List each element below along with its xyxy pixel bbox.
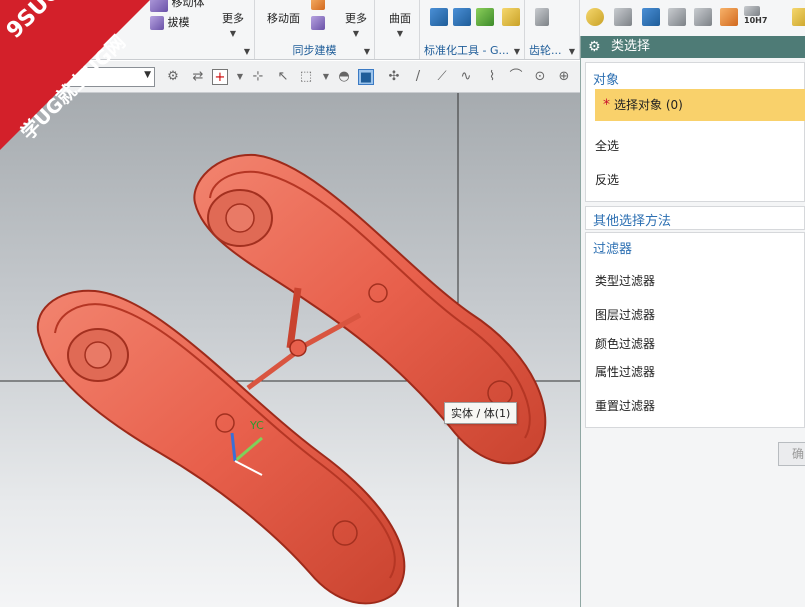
move-body-button[interactable]: 移动体 (150, 0, 205, 12)
tolerance-button[interactable]: 10H7 (744, 6, 767, 25)
chevron-down-icon[interactable]: ▼ (232, 69, 248, 85)
molded-part-lower[interactable] (36, 289, 406, 605)
color-filter-button[interactable]: 颜色过滤器 (595, 335, 655, 352)
chevron-down-icon: ▼ (396, 29, 404, 38)
measure-icon[interactable] (614, 8, 632, 26)
filter-icon[interactable]: ↖ (275, 69, 291, 85)
line2-icon[interactable]: ⟋ (434, 69, 450, 85)
replace-face-icon[interactable] (311, 16, 325, 30)
chevron-down-icon: ▼ (229, 29, 237, 38)
group-label-sync: 同步建模 (292, 44, 337, 57)
chevron-down-icon: ▼ (352, 29, 360, 38)
move-body-icon (150, 0, 168, 12)
ribbon-group-standard-tools: 标准化工具 - G... ▼ (420, 0, 525, 59)
draft-icon (150, 16, 164, 30)
section-other-header[interactable]: 其他选择方法 (586, 210, 671, 229)
layer-filter-button[interactable]: 图层过滤器 (595, 306, 655, 323)
ribbon-group-sync-modeling: 移动面 更多 ▼ 同步建模 ▼ (255, 0, 375, 59)
yc-axis-label: YC (249, 419, 264, 432)
point-snap-icon[interactable]: + (212, 69, 228, 85)
dimension-icon[interactable] (720, 8, 738, 26)
group-expand-icon[interactable]: ▼ (514, 47, 520, 56)
offset-face-icon[interactable] (311, 0, 325, 10)
curve-icon[interactable]: ∿ (458, 69, 474, 85)
circle-icon[interactable]: ⊙ (532, 69, 548, 85)
model-view[interactable]: YC (0, 93, 580, 607)
cursor-icon[interactable]: ⊹ (250, 69, 266, 85)
dialog-title-bar[interactable]: ⚙ 类选择 (581, 36, 805, 58)
rectangle-select-icon[interactable]: ⬚ (298, 69, 314, 85)
snap-b-icon[interactable]: ⇄ (190, 69, 206, 85)
chevron-down-icon[interactable]: ▼ (318, 69, 334, 85)
select-all-button[interactable]: 全选 (595, 137, 619, 154)
group-label-standard: 标准化工具 - G... (424, 44, 509, 57)
gear-icon[interactable]: ⚙ (588, 36, 601, 58)
tolerance-icon (744, 6, 760, 16)
tool-b-icon[interactable] (453, 8, 471, 26)
group-expand-icon[interactable]: ▼ (364, 47, 370, 56)
group-expand-icon[interactable]: ▼ (569, 47, 575, 56)
more-button-1[interactable]: 更多 ▼ (222, 10, 244, 39)
graphics-viewport[interactable]: YC 实体 / 体(1) (0, 93, 580, 607)
invert-selection-button[interactable]: 反选 (595, 171, 619, 188)
section-object-header[interactable]: 对象 (586, 69, 619, 88)
reset-filter-button[interactable]: 重置过滤器 (595, 397, 655, 414)
tool-a-icon[interactable] (430, 8, 448, 26)
select-object-row[interactable]: * 选择对象 (0) (595, 89, 805, 121)
ribbon-group-gear: 齿轮... ▼ (525, 0, 580, 59)
object-section: 对象 * 选择对象 (0) 全选 反选 (585, 62, 805, 202)
tool-c-icon[interactable] (476, 8, 494, 26)
group-expand-icon[interactable]: ▼ (244, 47, 250, 56)
class-selection-dialog: ⚙ 类选择 对象 * 选择对象 (0) 全选 反选 其他选择方法 过滤器 类型过滤… (580, 36, 805, 607)
move-face-button[interactable]: 移动面 (267, 10, 300, 26)
selection-tooltip: 实体 / 体(1) (444, 402, 518, 424)
surface-button[interactable]: 曲面 ▼ (389, 10, 411, 39)
ok-button[interactable]: 确 (778, 442, 805, 466)
tool-d-icon[interactable] (502, 8, 520, 26)
center-icon[interactable]: ⊕ (556, 69, 572, 85)
grid-icon[interactable] (642, 8, 660, 26)
filter-section: 过滤器 类型过滤器 图层过滤器 颜色过滤器 属性过滤器 重置过滤器 (585, 232, 805, 428)
spline-icon[interactable]: ⌇ (484, 69, 500, 85)
gear-tool-icon[interactable] (535, 8, 549, 26)
axis-icon[interactable] (668, 8, 686, 26)
shade-icon[interactable]: ◓ (336, 69, 352, 85)
ribbon-group-surface: 曲面 ▼ (375, 0, 420, 59)
other-methods-section[interactable]: 其他选择方法 (585, 206, 805, 230)
required-star-icon: * (603, 97, 610, 113)
note-icon[interactable] (694, 8, 712, 26)
roll-icon[interactable] (586, 8, 604, 26)
more-button-2[interactable]: 更多 ▼ (345, 10, 367, 39)
dialog-title: 类选择 (611, 39, 651, 54)
draft-button[interactable]: 拔模 (150, 14, 190, 30)
arc-icon[interactable]: ⌒ (508, 69, 524, 85)
section-filter-header[interactable]: 过滤器 (586, 238, 632, 257)
pattern-icon[interactable]: ✣ (386, 69, 402, 85)
attribute-filter-button[interactable]: 属性过滤器 (595, 363, 655, 380)
solid-view-icon[interactable]: ■ (358, 69, 374, 85)
snap-a-icon[interactable]: ⚙ (165, 69, 181, 85)
type-filter-button[interactable]: 类型过滤器 (595, 272, 655, 289)
extra-icon[interactable] (792, 8, 805, 26)
line-icon[interactable]: / (410, 69, 426, 85)
